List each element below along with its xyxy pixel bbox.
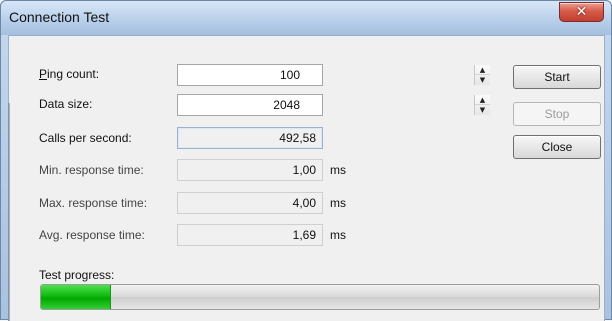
max-response-time-label: Max. response time: [39, 196, 148, 210]
ping-count-stepper[interactable]: ▲ ▼ [474, 65, 490, 85]
data-size-label: Data size: [39, 97, 93, 111]
ping-count-accelerator: P [39, 67, 48, 81]
chevron-down-icon[interactable]: ▼ [475, 75, 490, 85]
ping-count-value: 100 [279, 68, 300, 82]
data-size-input[interactable]: 2048 ▲ ▼ [177, 94, 490, 116]
min-response-time-value: 1,00 [292, 163, 316, 177]
ping-count-label: Ping count: [39, 67, 99, 81]
calls-per-second-value: 492,58 [279, 131, 316, 145]
max-response-time-unit: ms [330, 196, 346, 210]
chevron-up-icon[interactable]: ▲ [475, 95, 490, 105]
close-window-button[interactable]: ✕ [559, 2, 604, 22]
data-size-value: 2048 [273, 98, 300, 112]
title-bar[interactable]: Connection Test ✕ [1, 1, 611, 35]
stop-button: Stop [513, 102, 601, 126]
max-response-time-value: 4,00 [292, 196, 316, 210]
min-response-time-unit: ms [330, 163, 346, 177]
left-window-edge [8, 103, 10, 321]
avg-response-time-value: 1,69 [292, 228, 316, 242]
close-icon: ✕ [575, 4, 588, 20]
ping-count-input[interactable]: 100 ▲ ▼ [177, 64, 490, 86]
chevron-down-icon[interactable]: ▼ [475, 105, 490, 115]
avg-response-time-field: 1,69 [177, 224, 323, 246]
min-response-time-field: 1,00 [177, 159, 323, 181]
connection-test-window: Connection Test ✕ Ping count: 100 ▲ ▼ Da… [0, 0, 612, 321]
close-button[interactable]: Close [513, 135, 601, 159]
start-button[interactable]: Start [513, 65, 601, 89]
calls-per-second-field: 492,58 [177, 127, 323, 149]
avg-response-time-unit: ms [330, 228, 346, 242]
max-response-time-field: 4,00 [177, 192, 323, 214]
min-response-time-label: Min. response time: [39, 163, 144, 177]
test-progress-label: Test progress: [39, 268, 115, 282]
avg-response-time-label: Avg. response time: [39, 228, 145, 242]
test-progress-bar [40, 284, 600, 310]
chevron-up-icon[interactable]: ▲ [475, 65, 490, 75]
calls-per-second-label: Calls per second: [39, 131, 132, 145]
ping-count-label-rest: ing count: [47, 67, 100, 81]
data-size-stepper[interactable]: ▲ ▼ [474, 95, 490, 115]
test-progress-fill [41, 285, 111, 309]
window-title: Connection Test [9, 9, 110, 25]
dialog-client-area: Ping count: 100 ▲ ▼ Data size: 2048 ▲ ▼ … [8, 35, 605, 321]
